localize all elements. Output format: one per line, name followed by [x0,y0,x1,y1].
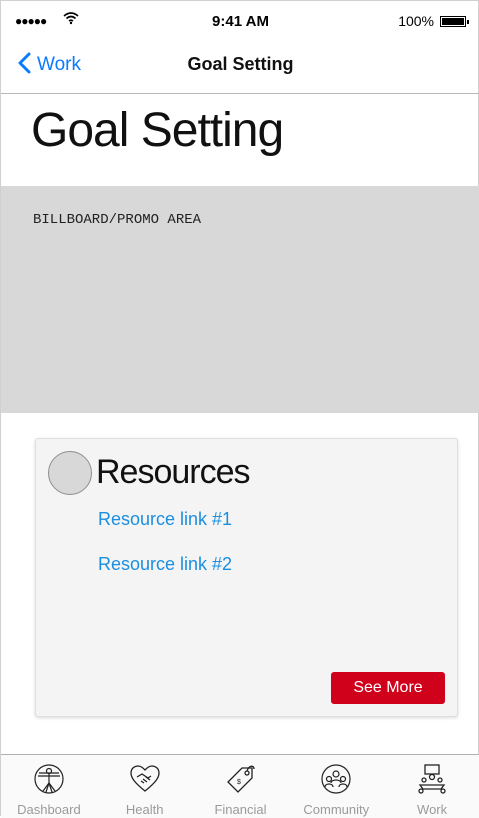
svg-text:$: $ [237,779,241,786]
resources-card: Resources Resource link #1 Resource link… [35,438,458,717]
tab-label-financial: Financial [214,802,267,817]
billboard-label: BILLBOARD/PROMO AREA [33,212,202,228]
resources-title: Resources [96,453,251,491]
tab-label-work: Work [417,802,448,817]
tab-label-dashboard: Dashboard [17,802,81,817]
battery-icon [440,16,469,27]
tab-label-health: Health [125,802,164,817]
status-bar: ●●●●● 9:41 AM 100% [1,1,479,41]
tab-label-community: Community [303,802,370,817]
navigation-bar: Work Goal Setting [1,41,479,94]
billboard-promo-area[interactable]: BILLBOARD/PROMO AREA [1,186,479,413]
heart-handshake-icon [129,763,161,795]
tab-financial[interactable]: $ Financial [193,755,289,818]
tab-bar: Dashboard Health $ Financial Community W… [1,754,479,818]
tab-health[interactable]: Health [97,755,193,818]
nav-title: Goal Setting [187,54,294,74]
community-group-icon [320,763,352,795]
tab-dashboard[interactable]: Dashboard [1,755,97,818]
tab-community[interactable]: Community [288,755,384,818]
meeting-table-icon [416,763,448,795]
resource-link-1[interactable]: Resource link #1 [98,509,232,530]
resources-avatar [48,451,92,495]
battery-percent: 100% [398,13,434,29]
see-more-button[interactable]: See More [331,672,445,704]
page-title: Goal Setting [31,104,284,157]
phone-screen: ●●●●● 9:41 AM 100% Work Goal Setting Goa… [0,0,479,818]
resource-link-2[interactable]: Resource link #2 [98,554,232,575]
vitruvian-man-icon [33,763,65,795]
price-tag-icon: $ [224,763,256,795]
tab-work[interactable]: Work [384,755,479,818]
